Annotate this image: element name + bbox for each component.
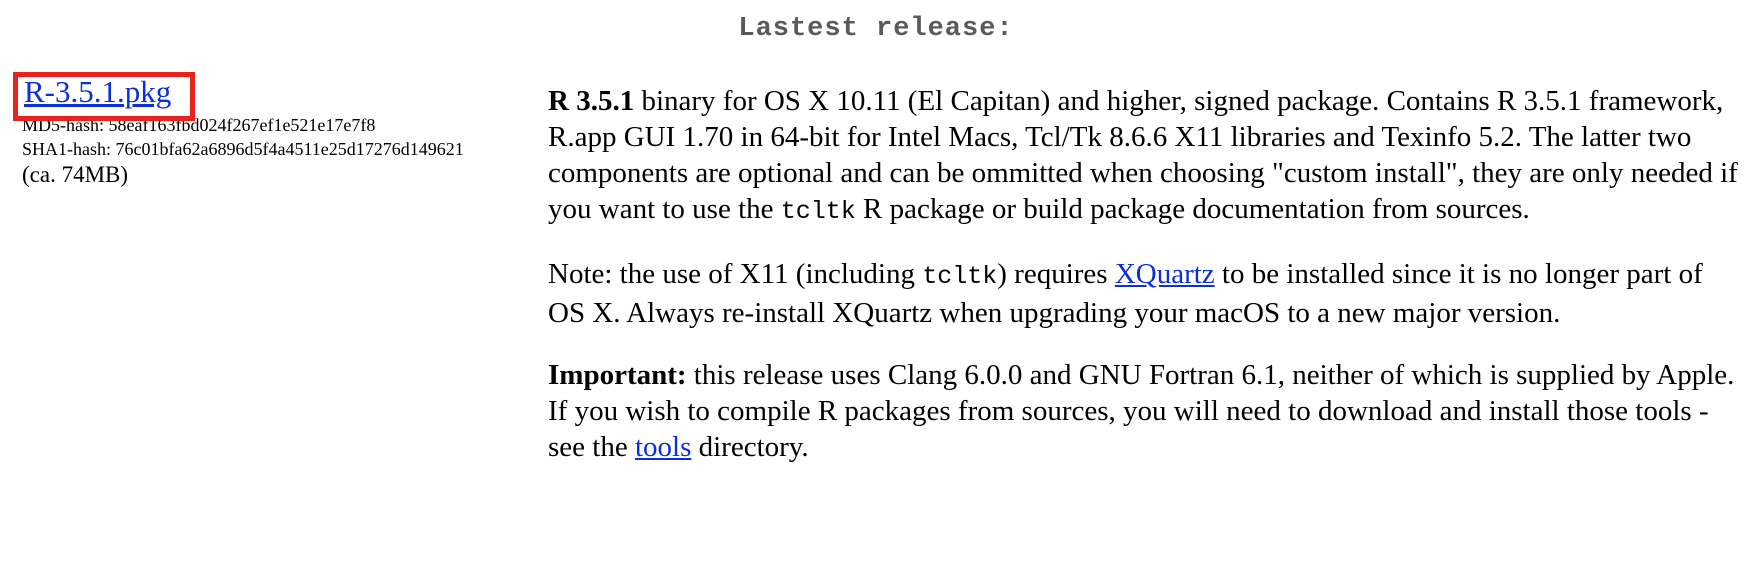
pkg-download-link[interactable]: R-3.5.1.pkg <box>22 73 171 111</box>
xquartz-link[interactable]: XQuartz <box>1115 258 1215 290</box>
tools-link[interactable]: tools <box>635 431 691 463</box>
latest-release-heading: Lastest release: <box>738 14 1014 44</box>
note-text: ) requires <box>997 258 1115 290</box>
tcltk-code: tcltk <box>780 197 856 226</box>
description-paragraph: R 3.5.1 binary for OS X 10.11 (El Capita… <box>548 83 1738 230</box>
important-paragraph: Important: this release uses Clang 6.0.0… <box>548 357 1738 465</box>
download-column: R-3.5.1.pkg MD5-hash: 58eaf163fbd024f267… <box>13 72 522 189</box>
tcltk-code: tcltk <box>922 262 998 291</box>
download-size: (ca. 74MB) <box>22 162 129 187</box>
note-paragraph: Note: the use of X11 (including tcltk) r… <box>548 256 1738 331</box>
note-text: Note: the use of X11 (including <box>548 258 923 290</box>
important-label: Important: <box>548 359 687 391</box>
important-text: directory. <box>691 431 809 463</box>
version-label: R 3.5.1 <box>548 85 635 117</box>
release-description: R 3.5.1 binary for OS X 10.11 (El Capita… <box>548 83 1738 491</box>
sha1-hash: SHA1-hash: 76c01bfa62a6896d5f4a4511e25d1… <box>22 139 464 159</box>
description-text: R package or build package documentation… <box>855 193 1530 225</box>
